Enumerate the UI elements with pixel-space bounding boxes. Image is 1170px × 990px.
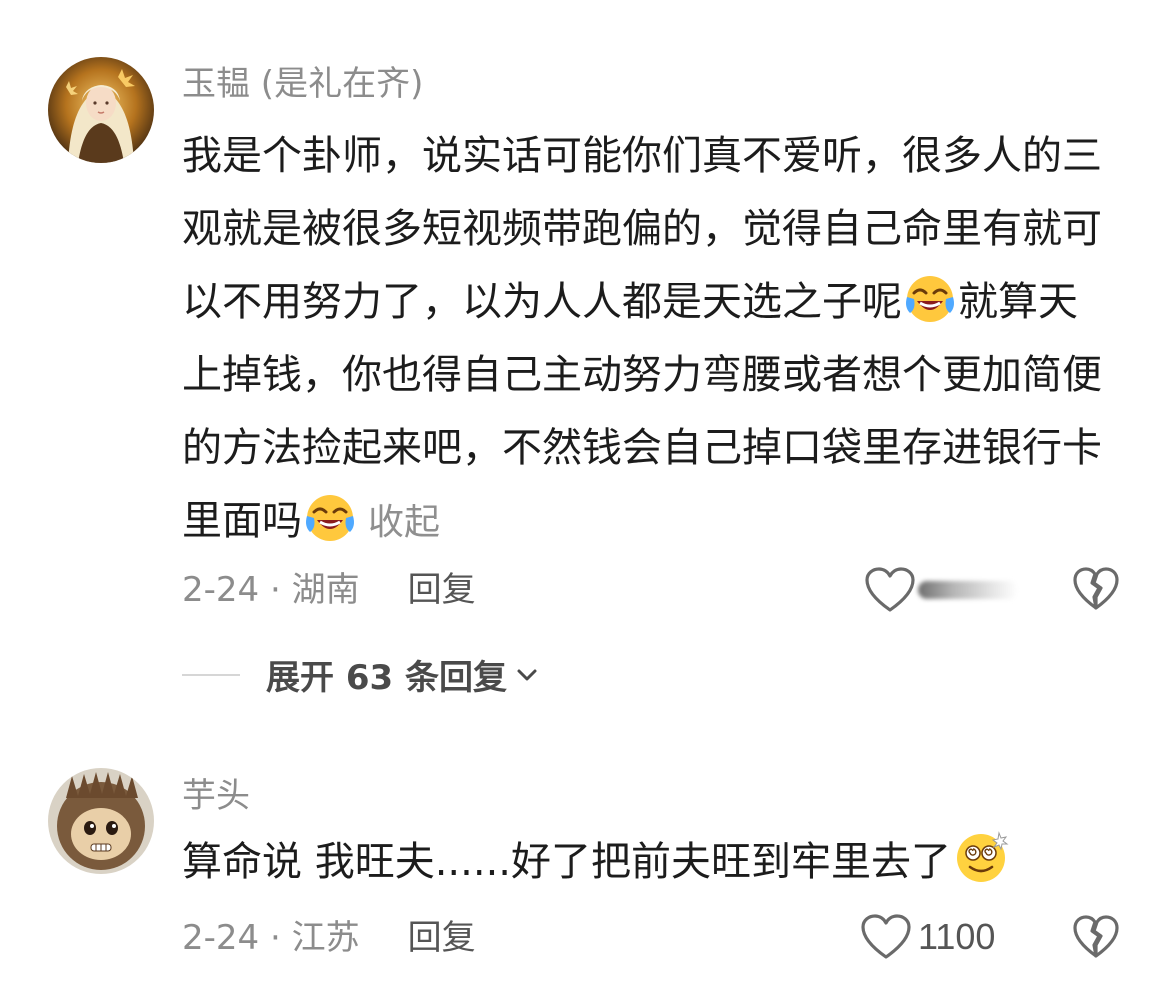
- avatar[interactable]: [48, 57, 154, 163]
- avatar-image: [48, 57, 154, 163]
- like-button[interactable]: 1100: [860, 913, 995, 961]
- like-count: 1100: [918, 916, 996, 957]
- dislike-button[interactable]: [1072, 566, 1120, 616]
- broken-heart-icon: [1073, 915, 1119, 958]
- reply-button[interactable]: 回复: [408, 918, 476, 958]
- username[interactable]: 芋头: [182, 776, 250, 816]
- comment-2: 芋头 算命说 我旺夫......好了把前夫旺到牢里去了 2-24 · 江苏 回复 …: [0, 740, 1170, 990]
- collapse-link[interactable]: 收起: [368, 502, 440, 543]
- divider-line: [182, 673, 240, 676]
- expand-replies-button[interactable]: 展开 63 条回复: [182, 650, 539, 699]
- avatar-image: [48, 768, 154, 874]
- date-location: 2-24 · 江苏: [182, 918, 360, 958]
- date-location: 2-24 · 湖南: [182, 570, 360, 610]
- heart-icon: [865, 567, 915, 612]
- laughing-crying-emoji-icon: [306, 495, 354, 541]
- expand-replies-label: 展开 63 条回复: [266, 658, 507, 698]
- reply-button[interactable]: 回复: [408, 570, 476, 610]
- comment-meta: 2-24 · 江苏 回复: [182, 918, 476, 958]
- avatar[interactable]: [48, 768, 154, 874]
- like-count-obscured: [918, 581, 1018, 599]
- username[interactable]: 玉韫 (是礼在齐): [182, 64, 423, 104]
- like-button[interactable]: [864, 566, 1018, 614]
- heart-icon: [861, 914, 911, 959]
- comment-text-part1: 算命说 我旺夫......好了把前夫旺到牢里去了: [182, 839, 952, 885]
- broken-heart-icon: [1073, 567, 1119, 610]
- comment-1: 玉韫 (是礼在齐) 我是个卦师，说实话可能你们真不爱听，很多人的三观就是被很多短…: [0, 0, 1170, 740]
- comment-text: 算命说 我旺夫......好了把前夫旺到牢里去了: [182, 826, 1117, 899]
- comment-text: 我是个卦师，说实话可能你们真不爱听，很多人的三观就是被很多短视频带跑偏的，觉得自…: [182, 120, 1117, 559]
- dislike-button[interactable]: [1072, 914, 1120, 964]
- comment-meta: 2-24 · 湖南 回复: [182, 570, 476, 610]
- dizzy-smile-emoji-icon: [957, 831, 1009, 882]
- laughing-crying-emoji-icon: [906, 276, 954, 322]
- chevron-down-icon: [517, 669, 537, 680]
